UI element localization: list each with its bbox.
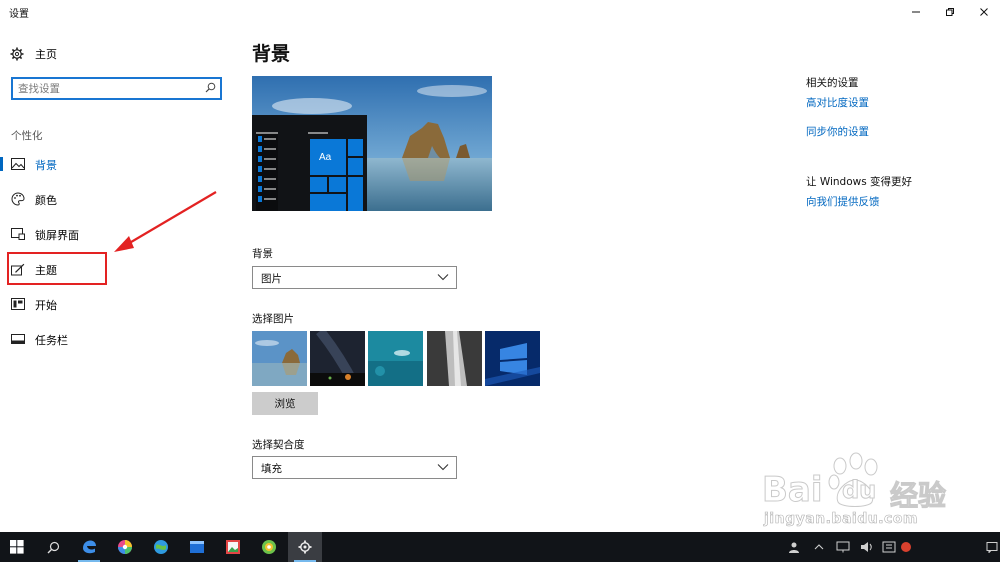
- taskbar-settings-button[interactable]: [288, 532, 322, 562]
- windows-logo-icon: [10, 540, 24, 554]
- background-dropdown-value: 图片: [261, 273, 282, 285]
- taskbar: [0, 532, 1000, 562]
- background-dropdown[interactable]: 图片: [252, 266, 457, 289]
- feedback-link[interactable]: 向我们提供反馈: [806, 194, 880, 209]
- fit-dropdown-value: 填充: [261, 463, 282, 475]
- fit-label: 选择契合度: [252, 439, 305, 451]
- tray-chevron-up-icon[interactable]: [814, 543, 824, 551]
- tray-antivirus-icon[interactable]: [900, 541, 912, 553]
- chevron-down-icon: [437, 464, 449, 471]
- close-icon: [980, 8, 988, 16]
- thumbnail-waterfall[interactable]: [427, 331, 482, 386]
- tray-volume-icon[interactable]: [860, 541, 874, 553]
- sidebar-item-taskbar[interactable]: 任务栏: [0, 325, 232, 353]
- thumbnail-windows-hero[interactable]: [485, 331, 540, 386]
- gear-icon: [298, 540, 312, 554]
- related-settings-heading: 相关的设置: [806, 77, 859, 89]
- shield-app-icon: [262, 540, 276, 554]
- background-preview: Aa: [252, 76, 492, 211]
- restore-button[interactable]: [932, 0, 968, 24]
- sidebar-item-start[interactable]: 开始: [0, 290, 232, 318]
- color-wheel-icon: [118, 540, 132, 554]
- taskbar-edge-button[interactable]: [72, 532, 106, 562]
- app-window-icon: [190, 541, 204, 553]
- background-label: 背景: [252, 248, 273, 260]
- taskbar-search-button[interactable]: [36, 532, 70, 562]
- photo-app-icon: [226, 540, 240, 554]
- start-menu-icon: [11, 297, 25, 311]
- sync-settings-link[interactable]: 同步你的设置: [806, 124, 869, 139]
- minimize-icon: [912, 11, 920, 13]
- close-button[interactable]: [966, 0, 1000, 24]
- fit-dropdown[interactable]: 填充: [252, 456, 457, 479]
- taskbar-photo-app-button[interactable]: [216, 532, 250, 562]
- picture-thumbnails: [252, 331, 544, 387]
- start-button[interactable]: [0, 532, 34, 562]
- chevron-down-icon: [437, 274, 449, 281]
- minimize-button[interactable]: [898, 0, 934, 24]
- thumbnail-underwater[interactable]: [368, 331, 423, 386]
- watermark-text-bai: Bai: [762, 470, 824, 511]
- taskbar-color-app-button[interactable]: [108, 532, 142, 562]
- thumbnail-beach-rocks[interactable]: [252, 331, 307, 386]
- edge-icon: [83, 540, 96, 554]
- tray-network-icon[interactable]: [836, 541, 850, 553]
- taskbar-browser-button[interactable]: [144, 532, 178, 562]
- thumbnail-night-sky[interactable]: [310, 331, 365, 386]
- watermark-text-jingyan: 经验: [889, 479, 947, 513]
- tray-ime-icon[interactable]: [882, 541, 896, 553]
- watermark-url: jingyan.baidu.com: [764, 511, 919, 528]
- page-title: 背景: [252, 43, 291, 65]
- high-contrast-link[interactable]: 高对比度设置: [806, 95, 869, 110]
- search-icon: [47, 541, 59, 553]
- feedback-heading: 让 Windows 变得更好: [806, 176, 913, 188]
- notification-icon[interactable]: [986, 541, 998, 553]
- taskbar-app-blue-button[interactable]: [180, 532, 214, 562]
- taskbar-360-button[interactable]: [252, 532, 286, 562]
- baidu-watermark: Bai du 经验 jingyan.baidu.com: [760, 452, 996, 532]
- browser-globe-icon: [154, 540, 168, 554]
- taskbar-icon: [11, 332, 25, 346]
- sidebar-item-label: 任务栏: [35, 334, 68, 347]
- annotation-arrow: [114, 191, 217, 252]
- sidebar-item-label: 开始: [35, 299, 57, 312]
- main-content: 背景 Aa 背景 图片 选择图片 浏览 选择契合度 填充: [232, 24, 772, 532]
- system-tray: [780, 532, 1000, 562]
- restore-icon: [946, 8, 954, 16]
- watermark-text-du: du: [841, 476, 877, 505]
- preview-tile-text: Aa: [319, 152, 332, 163]
- choose-picture-label: 选择图片: [252, 313, 294, 325]
- browse-button[interactable]: 浏览: [252, 392, 318, 415]
- tray-person-icon[interactable]: [788, 541, 800, 553]
